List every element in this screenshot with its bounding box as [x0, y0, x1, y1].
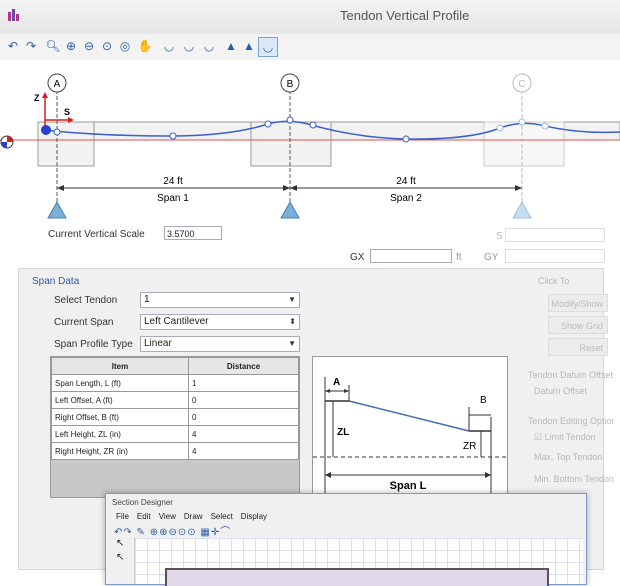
menu-select[interactable]: Select	[211, 512, 233, 521]
select-tendon-dropdown[interactable]: 1 ▼	[140, 292, 300, 308]
span1-length: 24 ft	[163, 176, 183, 187]
add-point-icon[interactable]: ◡	[160, 37, 178, 55]
span-data-title: Span Data	[32, 276, 80, 287]
table-row: Left Height, ZL (in) 4	[51, 425, 299, 443]
limit-tendon-checkbox[interactable]: ☑ Limit Tendon	[534, 432, 614, 443]
span1-name: Span 1	[157, 193, 189, 204]
support-c	[512, 200, 532, 219]
select-tendon-label: Select Tendon	[54, 295, 118, 306]
chevron-down-icon: ▼	[288, 295, 296, 304]
menu-file[interactable]: File	[116, 512, 129, 521]
menu-view[interactable]: View	[159, 512, 176, 521]
redo-icon[interactable]: ↷	[22, 37, 40, 55]
current-span-spinner[interactable]: Left Cantilever ⬍	[140, 314, 300, 330]
app-icon	[8, 9, 22, 21]
reset-button[interactable]: Reset	[548, 338, 608, 356]
table-row: Right Offset, B (ft) 0	[51, 408, 299, 426]
section-designer-menu: File Edit View Draw Select Display	[116, 512, 267, 521]
click-to-label: Click To	[538, 276, 570, 286]
section-designer-toolbar[interactable]: ↶↷ ✎ ⊕⊕⊖⊙⊙ ▦✛⌒	[114, 523, 231, 538]
profile-type-label: Span Profile Type	[54, 339, 133, 350]
gy-label: GY	[484, 252, 499, 263]
zoom-previous-icon[interactable]: ⊙	[98, 37, 116, 55]
checkbox-icon: ☑	[534, 432, 543, 442]
pointer-icon[interactable]: ↖	[116, 538, 124, 549]
col-header-distance: Distance	[188, 357, 299, 375]
span2-length: 24 ft	[396, 176, 416, 187]
support-a	[47, 200, 67, 219]
z-axis-label: Z	[34, 93, 40, 103]
zoom-window-icon[interactable]: 🔍︎	[44, 37, 62, 55]
zoom-out-icon[interactable]: ⊖	[80, 37, 98, 55]
table-row: Right Height, ZR (in) 4	[51, 442, 299, 460]
current-span-label: Current Span	[54, 317, 114, 328]
s-label: S	[496, 231, 503, 242]
profile-type-dropdown[interactable]: Linear ▼	[140, 336, 300, 352]
remove-tendon-icon[interactable]: ▲	[240, 37, 258, 55]
sketch-label-a: A	[333, 377, 340, 388]
gx-label: GX	[350, 252, 365, 263]
span2-name: Span 2	[390, 193, 422, 204]
gx-field[interactable]	[370, 249, 452, 263]
vertical-scale-field[interactable]: 3.5700	[164, 226, 222, 240]
s-axis-label: S	[64, 107, 70, 117]
grid-label-c: C	[518, 79, 525, 90]
spinner-icon: ⬍	[289, 317, 296, 326]
window-title: Tendon Vertical Profile	[340, 8, 470, 23]
undo-icon[interactable]: ↶	[4, 37, 22, 55]
support-b	[280, 200, 300, 219]
pan-icon[interactable]: ✋	[136, 37, 154, 55]
s-field[interactable]	[505, 228, 605, 242]
section-shape	[165, 568, 549, 586]
gy-field[interactable]	[505, 249, 605, 263]
datum-offset-group-label: Tendon Datum Offset	[528, 370, 613, 380]
modify-show-button[interactable]: Modify/Show	[548, 294, 608, 312]
add-tendon-icon[interactable]: ▲	[222, 37, 240, 55]
table-row: Left Offset, A (ft) 0	[51, 391, 299, 409]
menu-draw[interactable]: Draw	[184, 512, 203, 521]
delete-point-icon[interactable]: ◡	[200, 37, 218, 55]
reshape-icon[interactable]: ↖	[116, 552, 124, 563]
profile-canvas[interactable]: A B C Z S 24 ft Span 1 24 ft Span 2	[0, 60, 620, 225]
section-designer-window[interactable]: Section Designer File Edit View Draw Sel…	[105, 493, 587, 586]
sketch-label-zl: ZL	[337, 427, 349, 438]
zoom-in-icon[interactable]: ⊕	[62, 37, 80, 55]
toolbar: ↶ ↷ 🔍︎ ⊕ ⊖ ⊙ ◎ ✋ ◡ ◡ ◡ ▲ ▲ ◡	[0, 34, 620, 61]
span-data-table: Item Distance Span Length, L (ft) 1 Left…	[50, 356, 300, 498]
grid-label-a: A	[54, 79, 61, 90]
title-bar	[0, 0, 620, 34]
menu-edit[interactable]: Edit	[137, 512, 151, 521]
sketch-label-span: Span L	[390, 480, 427, 492]
zoom-restore-icon[interactable]: ◎	[116, 37, 134, 55]
show-grid-button[interactable]: Show Grid	[548, 316, 608, 334]
drop-panel-c	[483, 121, 565, 167]
origin-icon	[0, 135, 14, 149]
sketch-label-zr: ZR	[463, 441, 476, 452]
max-top-label: Max. Top Tendon	[534, 452, 603, 462]
profile-svg: A B C Z S 24 ft Span 1 24 ft Span 2	[0, 73, 620, 219]
min-bottom-label: Min. Bottom Tendon	[534, 474, 614, 484]
section-designer-title: Section Designer	[112, 498, 173, 507]
curve-icon[interactable]: ◡	[180, 37, 198, 55]
section-designer-canvas[interactable]	[134, 538, 583, 586]
chevron-down-icon: ▼	[288, 339, 296, 348]
menu-display[interactable]: Display	[241, 512, 267, 521]
gx-unit: ft	[456, 252, 462, 263]
table-row: Span Length, L (ft) 1	[51, 374, 299, 392]
grid-label-b: B	[287, 79, 294, 90]
col-header-item: Item	[51, 357, 189, 375]
vertical-scale-label: Current Vertical Scale	[48, 229, 145, 240]
draw-profile-icon[interactable]: ◡	[258, 37, 278, 57]
tendon-end-marker[interactable]	[41, 125, 51, 135]
datum-offset-label: Datum Offset	[534, 386, 587, 396]
editing-options-group-label: Tendon Editing Options	[528, 416, 614, 426]
profile-sketch: A B ZL ZR Span L	[312, 356, 508, 498]
drop-panel-b	[250, 121, 332, 167]
sketch-label-b: B	[480, 395, 487, 406]
